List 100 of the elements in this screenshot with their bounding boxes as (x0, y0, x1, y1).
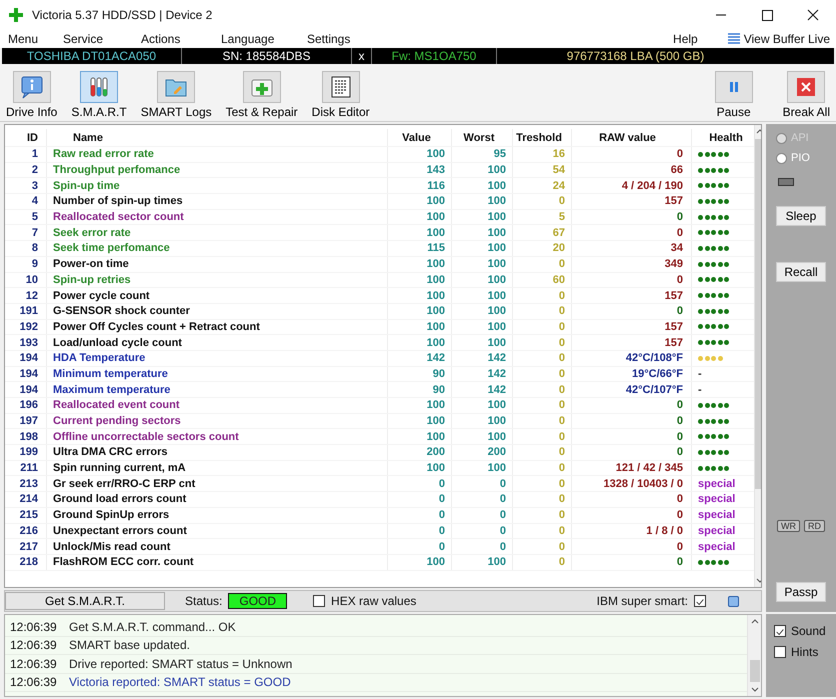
checkbox[interactable] (774, 624, 786, 636)
toolbar-button[interactable]: Test & Repair (224, 71, 300, 119)
table-cell: 349 (572, 256, 692, 272)
table-cell: 194 (5, 382, 47, 397)
menu-item[interactable]: Service (55, 32, 133, 46)
activity-indicator: WR (777, 520, 800, 532)
log-time: 12:06:39 (9, 638, 58, 652)
table-cell: 0 (572, 414, 692, 428)
toolbar-button[interactable]: Drive Info (4, 71, 60, 119)
table-cell: Power Off Cycles count + Retract count (47, 320, 388, 334)
toolbar-button[interactable]: S.M.A.R.T (69, 71, 129, 119)
column-header[interactable]: Health (692, 129, 754, 146)
table-cell: Gr seek err/RRO-C ERP cnt (47, 476, 388, 492)
table-cell-text: special (697, 524, 736, 538)
table-cell: 0 (452, 539, 513, 554)
table-cell: 198 (5, 429, 47, 444)
table-cell: Throughput perfomance (47, 162, 388, 178)
side-button[interactable]: Sleep (776, 206, 826, 226)
checkbox-label: Hints (791, 644, 818, 658)
table-cell: 60 (513, 272, 572, 288)
menu-item[interactable]: Language (213, 32, 299, 46)
menu-item[interactable]: Menu (0, 32, 55, 46)
side-button[interactable]: Recall (776, 262, 826, 282)
checkbox[interactable] (774, 646, 786, 658)
table-cell: 100 (452, 304, 513, 319)
table-cell: 100 (452, 398, 513, 413)
table-cell: 24 (513, 178, 572, 194)
table-cell: 0 (572, 554, 692, 570)
column-header[interactable]: Treshold (513, 129, 572, 146)
table-cell: 100 (452, 335, 513, 350)
menu-item[interactable]: Help (665, 32, 706, 46)
checkbox[interactable] (694, 595, 706, 607)
table-cell: Reallocated event count (47, 398, 388, 413)
table-cell: Power-on time (47, 256, 388, 272)
table-cell: 67 (513, 225, 572, 240)
table-cell: 143 (388, 162, 452, 178)
column-header[interactable]: Worst (452, 129, 513, 146)
table-cell: Ground SpinUp errors (47, 508, 388, 522)
toolbar-button[interactable]: Disk Editor (310, 71, 372, 119)
checkbox-label: IBM super smart: (596, 594, 688, 608)
table-cell: FlashROM ECC corr. count (47, 554, 388, 570)
table-cell: 100 (452, 414, 513, 428)
column-header[interactable]: RAW value (572, 129, 692, 146)
get-smart-button[interactable]: Get S.M.A.R.T. (5, 592, 165, 610)
table-cell: 8 (5, 241, 47, 256)
table-cell: 66 (572, 162, 692, 178)
view-buffer-link[interactable]: View Buffer Live (740, 32, 836, 46)
table-cell: Maximum temperature (47, 382, 388, 397)
table-cell: Load/unload cycle count (47, 335, 388, 350)
table-cell-text: special (697, 508, 736, 522)
table-cell: 20 (513, 241, 572, 256)
table-cell: 0 (513, 382, 572, 397)
table-cell: 0 (513, 492, 572, 507)
column-header[interactable]: Name (47, 129, 388, 146)
table-cell: Spin-up retries (47, 272, 388, 288)
table-cell: 34 (572, 241, 692, 256)
table-cell: 0 (572, 304, 692, 319)
menu-item[interactable]: Settings (299, 32, 358, 46)
table-cell: 0 (513, 256, 572, 272)
table-cell: 0 (513, 304, 572, 319)
column-header[interactable]: Value (388, 129, 452, 146)
menu-item[interactable]: Actions (133, 32, 213, 46)
toolbar-button[interactable]: Break All (780, 71, 832, 119)
toolbar-button[interactable]: SMART Logs (138, 71, 214, 119)
table-cell: 200 (388, 445, 452, 460)
table-cell: 0 (572, 539, 692, 554)
table-cell: 116 (388, 178, 452, 194)
table-cell: Current pending sectors (47, 414, 388, 428)
table-cell: 90 (388, 366, 452, 382)
table-cell: 100 (388, 194, 452, 209)
table-cell: 0 (388, 476, 452, 492)
log-message: Victoria reported: SMART status = GOOD (69, 675, 291, 690)
table-cell: 0 (572, 210, 692, 224)
table-cell: Unlock/Mis read count (47, 539, 388, 554)
table-cell: 7 (5, 225, 47, 240)
radio-label: PIO (791, 152, 810, 164)
column-header[interactable]: ID (5, 129, 47, 146)
table-cell: 0 (513, 320, 572, 334)
table-cell: 194 (5, 350, 47, 366)
checkbox[interactable] (313, 595, 326, 607)
table-cell: Seek time perfomance (47, 241, 388, 256)
table-cell: Spin-up time (47, 178, 388, 194)
table-cell: Seek error rate (47, 225, 388, 240)
table-cell: 0 (513, 335, 572, 350)
radio-button[interactable] (776, 152, 787, 164)
table-cell: 0 (513, 429, 572, 444)
table-cell: 142 (452, 366, 513, 382)
table-cell: 200 (452, 445, 513, 460)
table-cell: 0 (513, 508, 572, 522)
table-cell: 0 (572, 147, 692, 162)
table-cell: 0 (513, 414, 572, 428)
table-cell: 217 (5, 539, 47, 554)
table-cell: 0 (572, 398, 692, 413)
passp-button[interactable]: Passp (776, 582, 826, 602)
table-cell: 0 (572, 445, 692, 460)
window-title: Victoria 5.37 HDD/SSD | Device 2 (32, 8, 212, 22)
table-cell: 157 (572, 335, 692, 350)
table-cell: 192 (5, 320, 47, 334)
table-cell: 157 (572, 288, 692, 303)
table-cell: 3 (5, 178, 47, 194)
